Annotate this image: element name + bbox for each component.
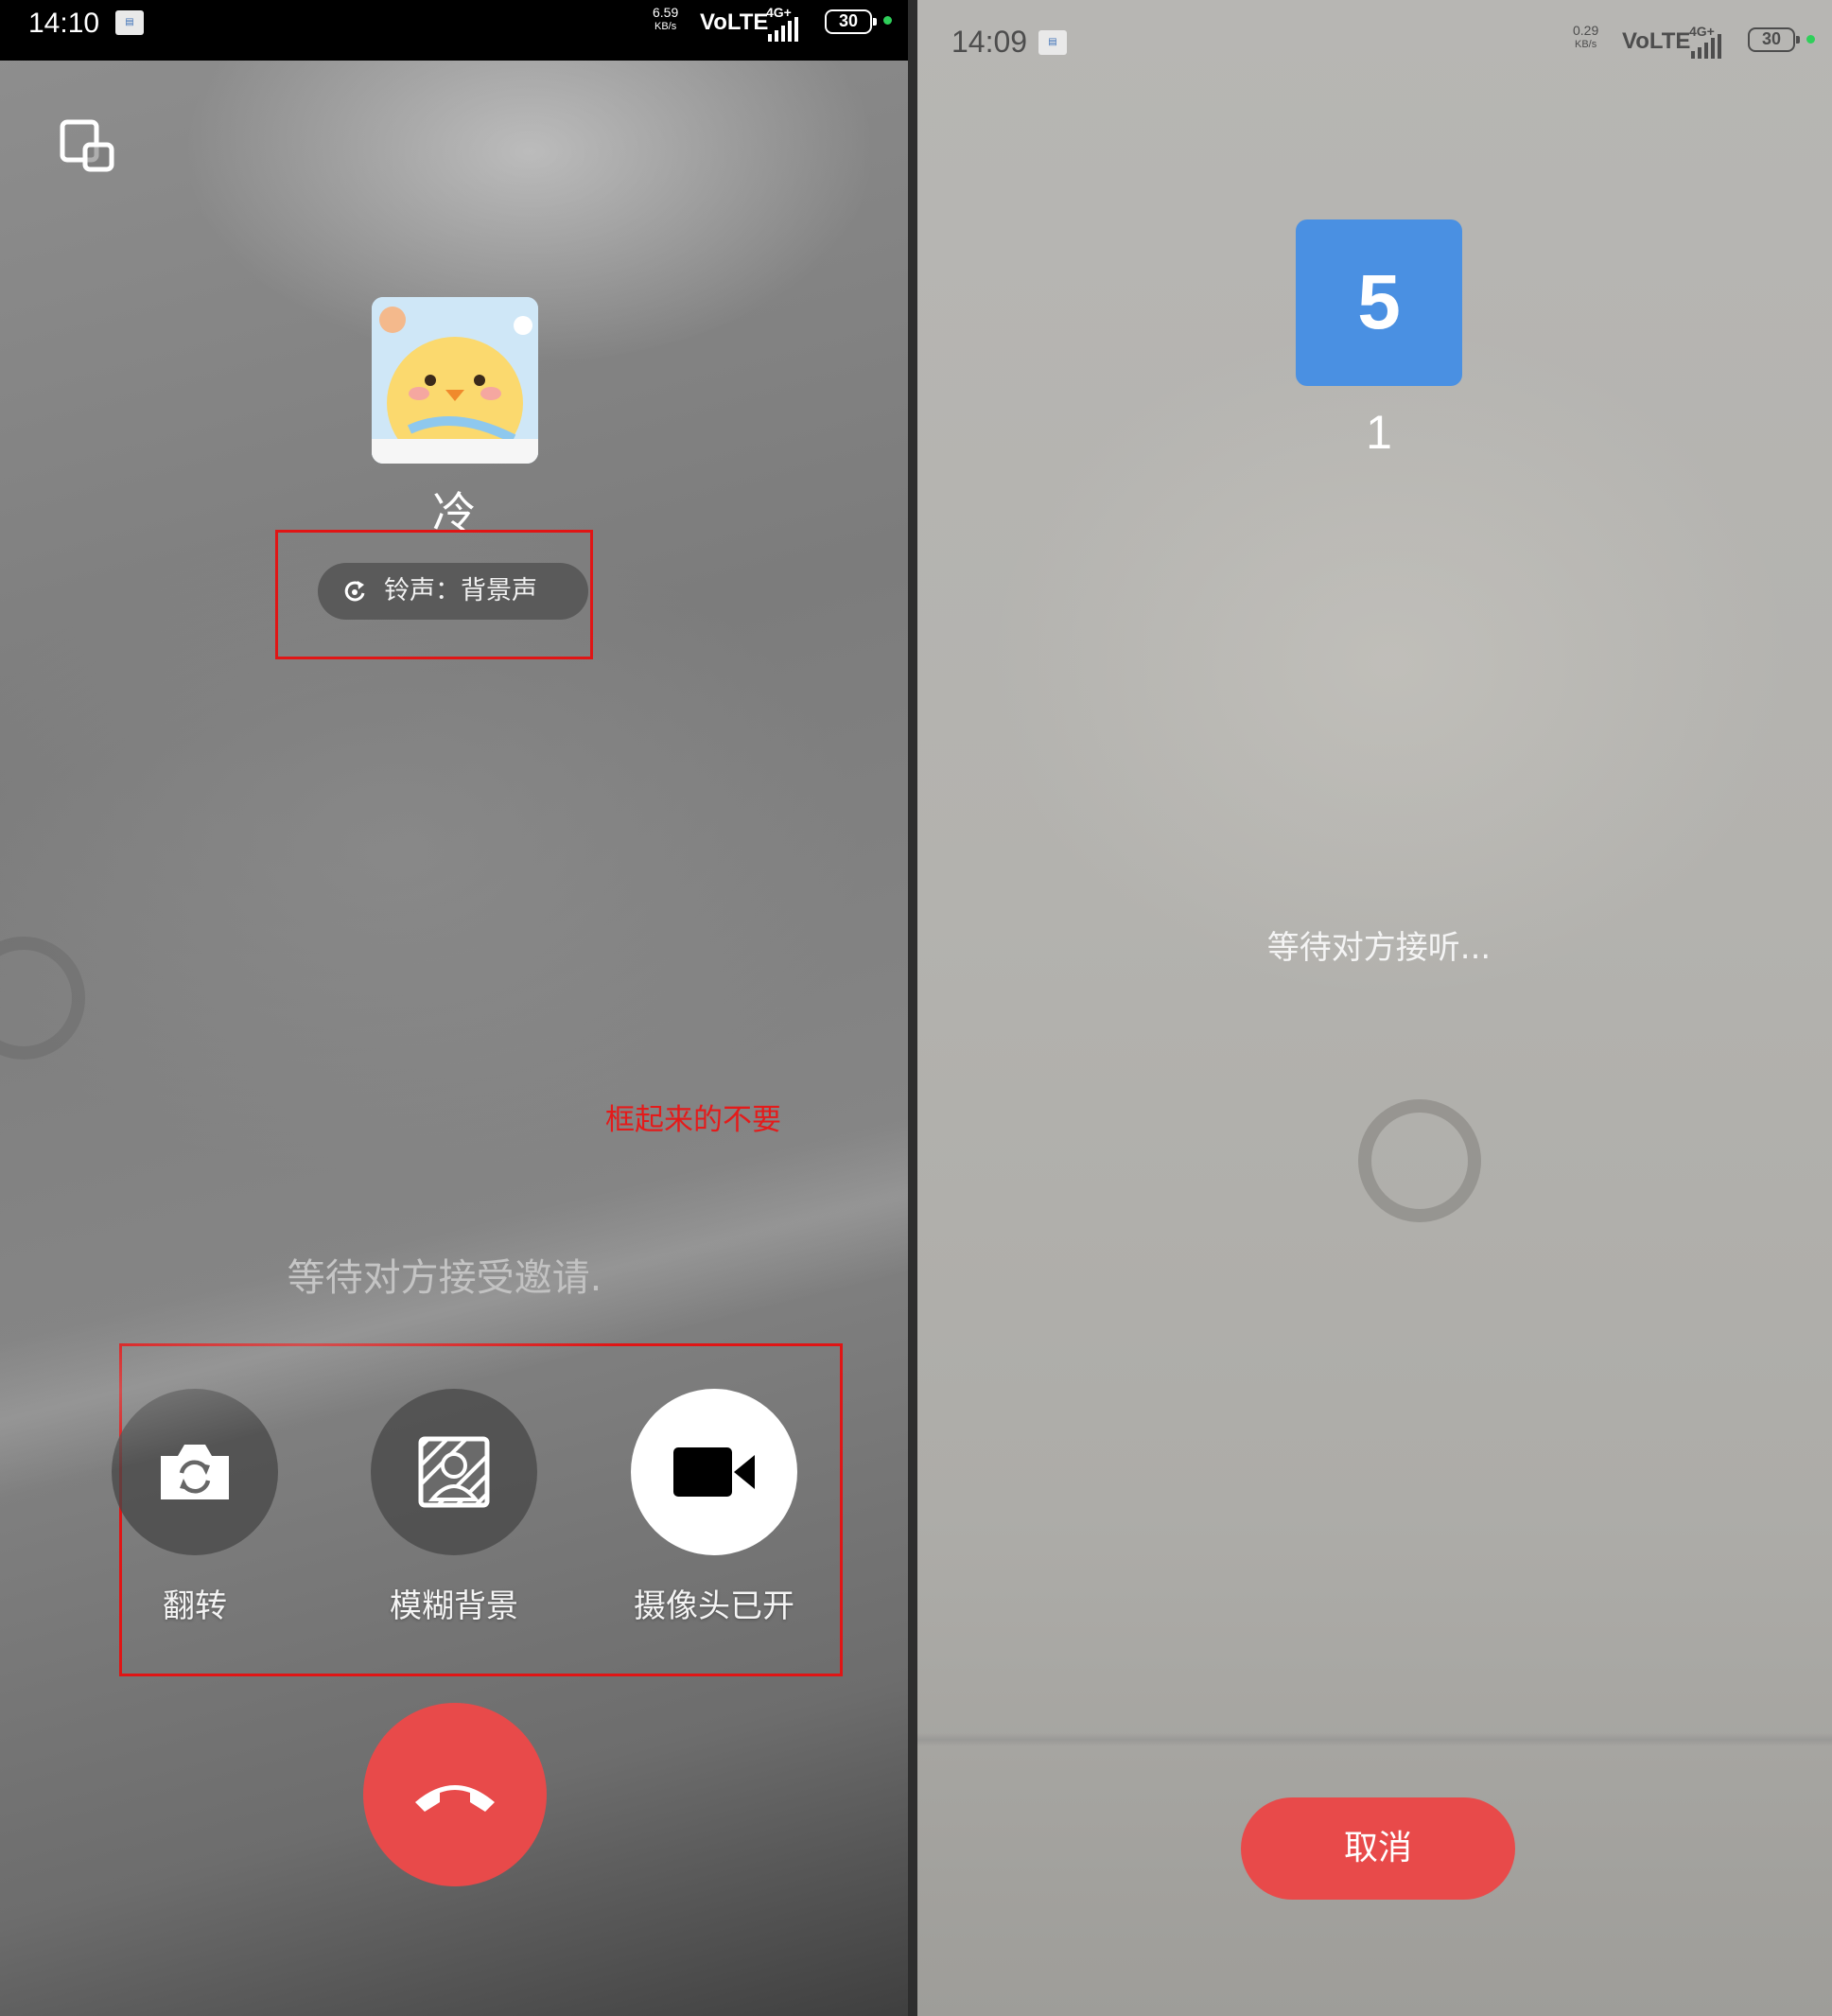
network-speed: 0.29 KB/s xyxy=(1573,23,1599,51)
status-bar: 14:09 ▤ 0.29 KB/s VoLTE 4G+ 30 xyxy=(917,0,1832,76)
background-ring-shape xyxy=(0,937,85,1060)
network-speed-unit: KB/s xyxy=(1575,39,1597,50)
flip-camera-icon xyxy=(161,1445,229,1499)
network-speed-value: 0.29 xyxy=(1573,23,1599,38)
right-call-screen: 14:09 ▤ 0.29 KB/s VoLTE 4G+ 30 5 1 等待对方接… xyxy=(917,0,1832,2016)
cancel-button[interactable]: 取消 xyxy=(1241,1797,1515,1900)
duck-avatar-image xyxy=(372,297,538,464)
blur-background-button[interactable]: 模糊背景 xyxy=(371,1389,537,1626)
charging-dot xyxy=(1806,35,1815,44)
signal-icon xyxy=(1691,34,1721,59)
hang-up-button[interactable] xyxy=(363,1703,547,1886)
battery-icon: 30 xyxy=(1748,27,1800,52)
status-time: 14:10 xyxy=(28,8,100,39)
network-speed-unit: KB/s xyxy=(654,21,677,32)
flip-camera-button[interactable]: 翻转 xyxy=(112,1389,278,1626)
video-camera-icon xyxy=(673,1447,755,1497)
waiting-status: 等待对方接受邀请. xyxy=(287,1256,602,1300)
notification-icon: ▤ xyxy=(115,10,144,35)
status-time: 14:09 xyxy=(951,25,1028,59)
camera-toggle-button[interactable]: 摄像头已开 xyxy=(631,1389,797,1626)
blur-background-icon xyxy=(418,1436,490,1508)
group-avatar: 5 xyxy=(1296,219,1462,386)
blur-background-label: 模糊背景 xyxy=(390,1587,518,1625)
comparison-screenshot: 14:10 ▤ 6.59 KB/s VoLTE 4G+ 30 冷 铃声：背景声 … xyxy=(0,0,1832,2016)
annotation-box-ringtone xyxy=(275,530,593,659)
signal-icon xyxy=(768,17,798,42)
volte-label: VoLTE xyxy=(700,9,769,35)
network-speed: 6.59 KB/s xyxy=(653,5,679,33)
caller-avatar xyxy=(372,297,538,464)
background-ring-shape xyxy=(1358,1099,1481,1222)
charging-dot xyxy=(883,16,892,25)
network-speed-value: 6.59 xyxy=(653,5,679,20)
camera-toggle-label: 摄像头已开 xyxy=(634,1587,794,1625)
panel-divider xyxy=(908,0,917,2016)
flip-camera-circle[interactable] xyxy=(112,1389,278,1555)
waiting-status: 等待对方接听... xyxy=(1266,929,1492,967)
picture-in-picture-icon[interactable] xyxy=(59,118,115,175)
left-call-screen: 14:10 ▤ 6.59 KB/s VoLTE 4G+ 30 冷 铃声：背景声 … xyxy=(0,0,908,2016)
flip-camera-label: 翻转 xyxy=(163,1587,227,1625)
volte-label: VoLTE xyxy=(1622,28,1691,54)
blur-background-circle[interactable] xyxy=(371,1389,537,1555)
hang-up-icon xyxy=(415,1785,495,1812)
notification-icon: ▤ xyxy=(1038,30,1067,55)
camera-toggle-circle[interactable] xyxy=(631,1389,797,1555)
battery-icon: 30 xyxy=(825,9,877,34)
annotation-text: 框起来的不要 xyxy=(605,1103,781,1137)
status-bar: 14:10 ▤ 6.59 KB/s VoLTE 4G+ 30 xyxy=(0,0,908,61)
group-name: 1 xyxy=(1366,406,1392,459)
